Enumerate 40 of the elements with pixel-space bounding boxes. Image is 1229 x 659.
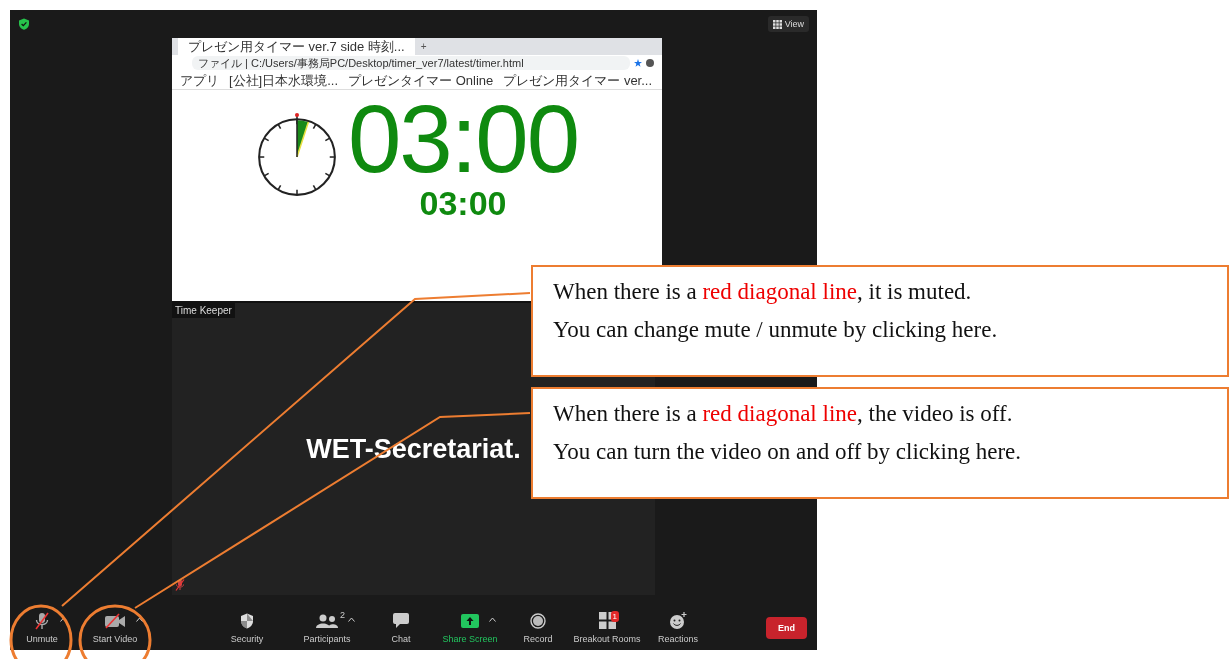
profile-icon[interactable] xyxy=(646,59,654,67)
security-button[interactable]: Security xyxy=(212,611,282,644)
caret-icon[interactable] xyxy=(489,616,496,622)
grid-icon xyxy=(772,19,782,29)
end-meeting-button[interactable]: End xyxy=(766,616,807,639)
address-bar[interactable]: ファイル | C:/Users/事務局PC/Desktop/timer_ver7/latest/timer.html xyxy=(192,56,630,70)
participant-name-tag: Time Keeper xyxy=(172,303,235,318)
smiley-plus-icon xyxy=(669,612,687,629)
elapsed-time: 03:00 xyxy=(419,184,507,222)
chat-bubble-icon xyxy=(393,613,409,628)
chat-button[interactable]: Chat xyxy=(372,611,430,644)
notification-badge: 1 xyxy=(610,610,619,622)
bookmark[interactable]: アプリ xyxy=(180,71,219,89)
participants-button[interactable]: 2 Participants xyxy=(282,611,372,644)
countdown-time: 03:00 xyxy=(347,94,579,184)
bookmark[interactable]: プレゼンタイマー Online xyxy=(348,71,494,89)
caret-icon[interactable] xyxy=(136,616,143,622)
people-icon xyxy=(316,613,338,628)
reactions-button[interactable]: Reactions xyxy=(648,611,708,644)
caret-icon[interactable] xyxy=(348,616,355,622)
new-tab-button[interactable]: + xyxy=(420,41,427,52)
browser-tab[interactable]: プレゼン用タイマー ver.7 side 時刻... xyxy=(178,38,415,55)
shield-icon xyxy=(18,18,30,30)
bookmark[interactable]: [公社]日本水環境... xyxy=(229,71,339,89)
breakout-button[interactable]: 1 Breakout Rooms xyxy=(566,611,648,644)
share-screen-icon xyxy=(461,613,479,628)
callout-text: You can change mute / unmute by clicking here. xyxy=(553,317,999,343)
unmute-button[interactable]: Unmute xyxy=(10,611,74,644)
shield-icon xyxy=(240,612,254,629)
callout-text: You can turn the video on and off by clicking here. xyxy=(553,439,1022,465)
star-icon[interactable] xyxy=(634,59,642,67)
share-button[interactable]: Share Screen xyxy=(430,611,510,644)
callout-text: When there is a red diagonal line, the video is off. xyxy=(553,401,1014,427)
callout-text: When there is a red diagonal line, it is muted. xyxy=(553,279,973,305)
record-button[interactable]: Record xyxy=(510,611,566,644)
start-video-button[interactable]: Start Video xyxy=(74,611,156,644)
bookmark[interactable]: プレゼン用タイマー ver... xyxy=(503,71,653,89)
view-button[interactable]: View xyxy=(767,16,809,32)
participant-count: 2 xyxy=(340,609,345,620)
record-icon xyxy=(530,612,546,629)
